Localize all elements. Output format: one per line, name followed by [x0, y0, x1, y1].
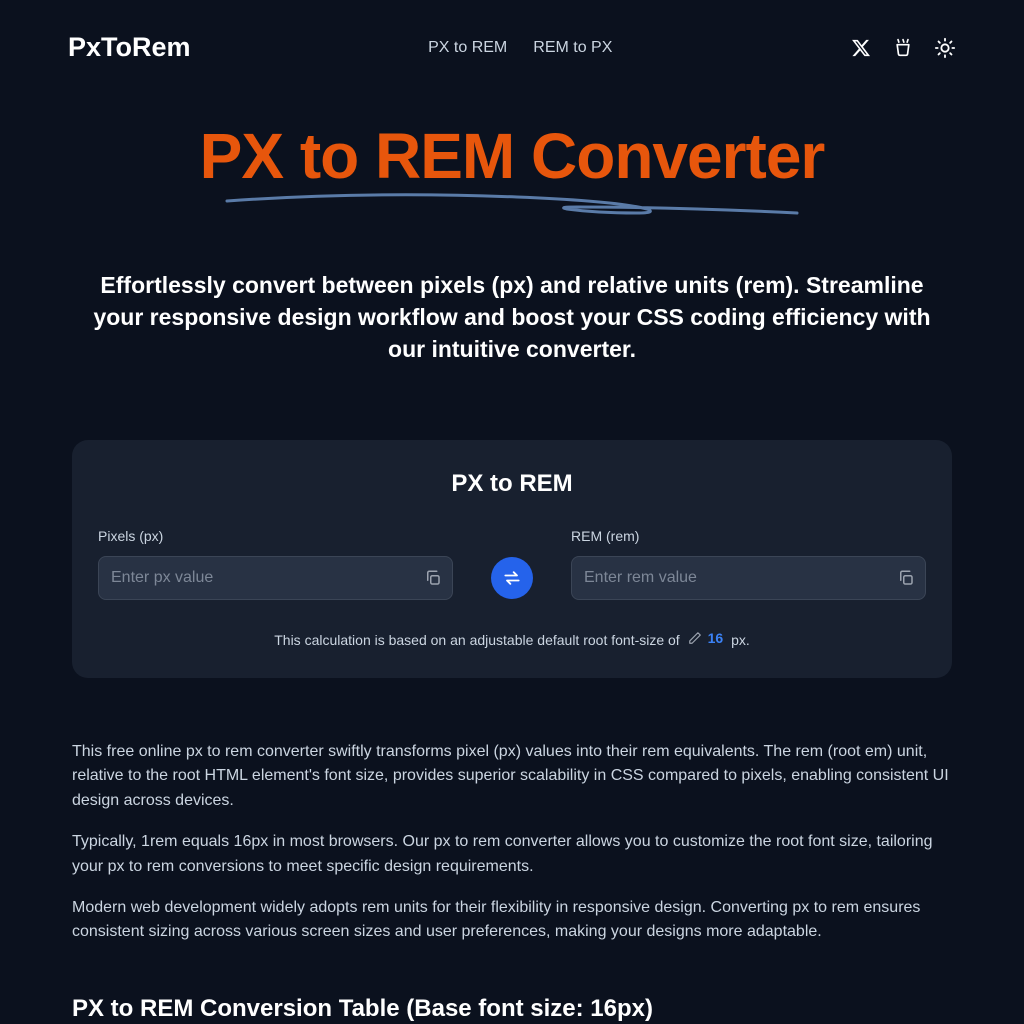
table-heading: PX to REM Conversion Table (Base font si… [72, 995, 952, 1023]
rem-input[interactable] [584, 569, 881, 587]
theme-toggle-icon[interactable] [934, 37, 956, 59]
footnote-suffix: px. [731, 632, 750, 648]
nav-rem-to-px[interactable]: REM to PX [533, 39, 612, 57]
px-field-group: Pixels (px) [98, 528, 453, 600]
px-label: Pixels (px) [98, 528, 453, 544]
converter-card: PX to REM Pixels (px) REM (rem) Th [72, 440, 952, 678]
rem-input-wrap [571, 556, 926, 600]
header: PxToRem PX to REM REM to PX [0, 0, 1024, 95]
copy-icon[interactable] [424, 569, 442, 587]
hero-subtitle: Effortlessly convert between pixels (px)… [72, 269, 952, 366]
pencil-icon [688, 631, 702, 645]
header-icons [850, 37, 956, 59]
twitter-x-icon[interactable] [850, 37, 872, 59]
px-input-wrap [98, 556, 453, 600]
logo[interactable]: PxToRem [68, 32, 191, 63]
copy-icon[interactable] [897, 569, 915, 587]
nav-px-to-rem[interactable]: PX to REM [428, 39, 507, 57]
rem-label: REM (rem) [571, 528, 926, 544]
card-title: PX to REM [98, 470, 926, 498]
rem-field-group: REM (rem) [571, 528, 926, 600]
converter-row: Pixels (px) REM (rem) [98, 528, 926, 600]
root-size-footnote: This calculation is based on an adjustab… [98, 630, 926, 648]
px-input[interactable] [111, 569, 408, 587]
content-paragraph: Modern web development widely adopts rem… [72, 896, 952, 946]
root-size-value: 16 [708, 630, 724, 646]
nav-links: PX to REM REM to PX [428, 39, 612, 57]
footnote-prefix: This calculation is based on an adjustab… [274, 632, 679, 648]
root-size-editable[interactable]: 16 [688, 630, 724, 646]
content-section: This free online px to rem converter swi… [72, 740, 952, 946]
hero-title: PX to REM Converter [0, 119, 1024, 193]
content-paragraph: Typically, 1rem equals 16px in most brow… [72, 830, 952, 880]
content-paragraph: This free online px to rem converter swi… [72, 740, 952, 814]
coffee-icon[interactable] [892, 37, 914, 59]
swap-button[interactable] [491, 557, 533, 599]
